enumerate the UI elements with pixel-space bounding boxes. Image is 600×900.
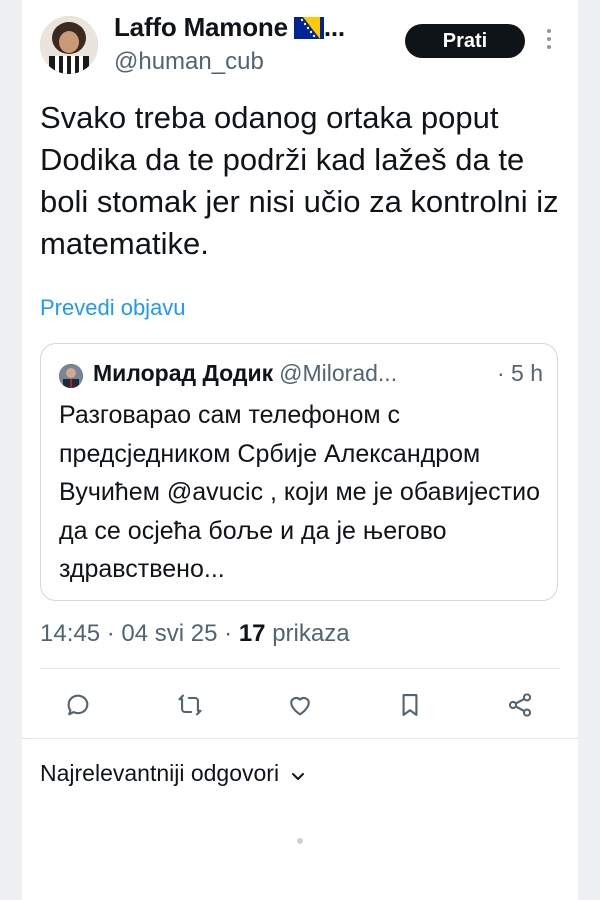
loading-dot bbox=[297, 838, 303, 844]
post-date: 04 svi 25 bbox=[121, 620, 218, 647]
divider bbox=[22, 738, 578, 739]
left-edge-strip bbox=[0, 0, 22, 900]
author-name[interactable]: Laffo Mamone... bbox=[114, 12, 345, 46]
like-icon bbox=[290, 696, 310, 716]
more-options-icon[interactable] bbox=[545, 29, 553, 55]
quoted-author-handle: @Milorad... bbox=[279, 360, 398, 386]
bosnia-flag-icon bbox=[293, 15, 324, 46]
quoted-post-text: Разговарао сам телефоном с предсједником… bbox=[59, 401, 541, 583]
author-avatar[interactable] bbox=[40, 16, 98, 74]
divider bbox=[40, 668, 560, 669]
like-button[interactable] bbox=[280, 685, 320, 725]
repost-button[interactable] bbox=[170, 685, 210, 725]
action-bar bbox=[0, 685, 600, 725]
replies-sort-label: Najrelevantniji odgovori bbox=[40, 760, 280, 786]
post-meta: 14:45 · 04 svi 25 · 17 prikaza bbox=[40, 620, 350, 648]
views-count[interactable]: 17 bbox=[239, 620, 266, 647]
share-icon bbox=[508, 693, 532, 717]
follow-button[interactable]: Prati bbox=[405, 24, 525, 58]
bookmark-icon bbox=[402, 694, 418, 716]
author-name-text: Laffo Mamone bbox=[114, 12, 288, 42]
post-text: Svako treba odanog ortaka poput Dodika d… bbox=[40, 100, 559, 261]
quoted-post-header: Милорад Додик @Milorad... · 5 h bbox=[93, 360, 543, 387]
meta-separator-2: · bbox=[224, 620, 233, 647]
quoted-author-name: Милорад Додик bbox=[93, 360, 274, 386]
repost-icon bbox=[178, 694, 202, 716]
right-edge-strip bbox=[578, 0, 600, 900]
author-name-ellipsis: ... bbox=[323, 12, 345, 42]
quoted-post-card[interactable]: Милорад Додик @Milorad... · 5 h Разговара… bbox=[40, 343, 558, 601]
post-time: 14:45 bbox=[40, 620, 101, 647]
author-handle[interactable]: @human_cub bbox=[114, 48, 264, 76]
translate-post-link[interactable]: Prevedi objavu bbox=[40, 295, 186, 321]
views-label: prikaza bbox=[272, 620, 350, 647]
avatar-image bbox=[40, 16, 98, 74]
quoted-author-avatar bbox=[59, 364, 83, 388]
meta-separator-1: · bbox=[106, 620, 115, 647]
quoted-post-time: · 5 h bbox=[496, 360, 543, 386]
chevron-down-icon bbox=[291, 761, 305, 788]
share-button[interactable] bbox=[500, 685, 540, 725]
reply-button[interactable] bbox=[58, 685, 98, 725]
bookmark-button[interactable] bbox=[390, 685, 430, 725]
replies-sort-dropdown[interactable]: Najrelevantniji odgovori bbox=[40, 760, 305, 788]
reply-icon bbox=[67, 694, 89, 716]
